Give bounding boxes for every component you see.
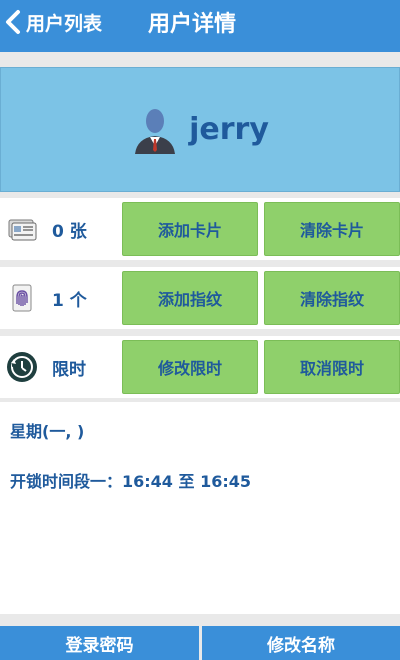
add-fingerprint-button[interactable]: 添加指纹 [122,271,258,325]
time-limit-label: 限时 [52,359,86,380]
back-button[interactable]: 用户列表 [4,0,102,44]
login-password-button[interactable]: 登录密码 [0,626,199,660]
username: jerry [189,112,269,147]
card-icon [8,219,37,241]
add-card-button[interactable]: 添加卡片 [122,202,258,256]
top-bar: 用户列表 用户详情 [0,0,400,52]
fingerprint-icon [12,284,32,312]
schedule-panel: 星期(一, ) 开锁时间段一：16:44 至 16:45 [0,402,400,614]
clear-cards-button[interactable]: 清除卡片 [264,202,400,256]
schedule-days: 星期(一, ) [10,422,85,441]
time-limit-row: 限时 修改限时 取消限时 [0,336,400,398]
back-button-label: 用户列表 [26,12,103,35]
clock-history-icon [7,352,37,382]
profile-card: jerry [0,67,400,192]
person-avatar-icon [135,108,176,154]
fingerprint-count: 1 个 [52,290,87,311]
rename-button[interactable]: 修改名称 [202,626,400,660]
page-title: 用户详情 [148,12,237,37]
unlock-period: 开锁时间段一：16:44 至 16:45 [10,472,252,491]
clear-fingerprints-button[interactable]: 清除指纹 [264,271,400,325]
card-count: 0 张 [52,221,87,242]
cancel-time-limit-button[interactable]: 取消限时 [264,340,400,394]
chevron-left-icon [6,10,20,34]
fingerprint-row: 1 个 添加指纹 清除指纹 [0,267,400,329]
modify-time-limit-button[interactable]: 修改限时 [122,340,258,394]
card-row: 0 张 添加卡片 清除卡片 [0,198,400,260]
